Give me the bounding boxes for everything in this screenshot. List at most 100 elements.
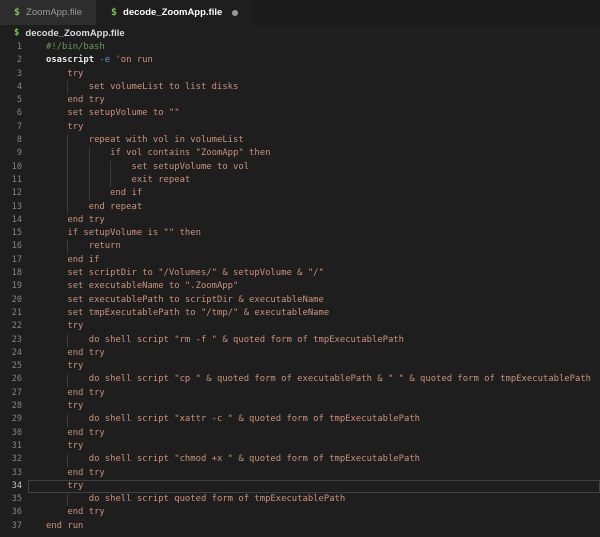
code-line[interactable]: 26 do shell script "cp " & quoted form o… bbox=[0, 373, 600, 386]
code-line[interactable]: 24 end try bbox=[0, 347, 600, 360]
indent-guide bbox=[67, 134, 68, 147]
code-token-string: do shell script "chmod +x " & quoted for… bbox=[46, 454, 420, 464]
code-line[interactable]: 30 end try bbox=[0, 427, 600, 440]
indent-guide bbox=[89, 161, 90, 174]
line-number: 29 bbox=[0, 413, 28, 426]
indent-guide bbox=[89, 147, 90, 160]
code-token-string: set executableName to ".ZoomApp" bbox=[46, 281, 238, 291]
code-token-string: end try bbox=[46, 468, 105, 478]
code-line[interactable]: 18 set scriptDir to "/Volumes/" & setupV… bbox=[0, 267, 600, 280]
code-lines: 1#!/bin/bash2osascript -e 'on run3 try4 … bbox=[0, 41, 600, 533]
line-number: 37 bbox=[0, 520, 28, 533]
code-token-string: end if bbox=[46, 188, 142, 198]
code-line[interactable]: 12 end if bbox=[0, 187, 600, 200]
code-line[interactable]: 29 do shell script "xattr -c " & quoted … bbox=[0, 413, 600, 426]
code-line[interactable]: 22 try bbox=[0, 320, 600, 333]
code-line[interactable]: 10 set setupVolume to vol bbox=[0, 161, 600, 174]
code-line[interactable]: 13 end repeat bbox=[0, 201, 600, 214]
code-line[interactable]: 21 set tmpExecutablePath to "/tmp/" & ex… bbox=[0, 307, 600, 320]
code-token-string: set scriptDir to "/Volumes/" & setupVolu… bbox=[46, 268, 324, 278]
line-number: 23 bbox=[0, 334, 28, 347]
line-number: 28 bbox=[0, 400, 28, 413]
line-number: 5 bbox=[0, 94, 28, 107]
code-editor[interactable]: 1#!/bin/bash2osascript -e 'on run3 try4 … bbox=[0, 41, 600, 533]
code-line[interactable]: 2osascript -e 'on run bbox=[0, 54, 600, 67]
code-line[interactable]: 32 do shell script "chmod +x " & quoted … bbox=[0, 453, 600, 466]
code-token-string: try bbox=[46, 321, 83, 331]
code-token-string: do shell script "cp " & quoted form of e… bbox=[46, 374, 591, 384]
code-token-string: end try bbox=[46, 95, 105, 105]
shell-file-icon: $ bbox=[14, 8, 20, 18]
line-number: 6 bbox=[0, 107, 28, 120]
code-line[interactable]: 1#!/bin/bash bbox=[0, 41, 600, 54]
indent-guide bbox=[67, 493, 68, 506]
indent-guide bbox=[67, 147, 68, 160]
indent-guide bbox=[67, 81, 68, 94]
code-token-string: try bbox=[46, 401, 83, 411]
code-token-string: return bbox=[46, 241, 121, 251]
line-number: 11 bbox=[0, 174, 28, 187]
code-line[interactable]: 5 end try bbox=[0, 94, 600, 107]
line-number: 13 bbox=[0, 201, 28, 214]
indent-guide bbox=[67, 187, 68, 200]
line-number: 27 bbox=[0, 387, 28, 400]
line-number: 16 bbox=[0, 240, 28, 253]
code-line[interactable]: 35 do shell script quoted form of tmpExe… bbox=[0, 493, 600, 506]
code-token-string: if vol contains "ZoomApp" then bbox=[46, 148, 270, 158]
code-line[interactable]: 3 try bbox=[0, 68, 600, 81]
tab-label: decode_ZoomApp.file bbox=[123, 7, 222, 18]
code-line[interactable]: 33 end try bbox=[0, 467, 600, 480]
line-number: 30 bbox=[0, 427, 28, 440]
line-number: 4 bbox=[0, 81, 28, 94]
code-token-string: set setupVolume to "" bbox=[46, 108, 180, 118]
code-line[interactable]: 4 set volumeList to list disks bbox=[0, 81, 600, 94]
code-token-string: try bbox=[46, 361, 83, 371]
code-line[interactable]: 6 set setupVolume to "" bbox=[0, 107, 600, 120]
breadcrumb-file-label: decode_ZoomApp.file bbox=[25, 28, 124, 39]
code-line[interactable]: 16 return bbox=[0, 240, 600, 253]
code-line[interactable]: 31 try bbox=[0, 440, 600, 453]
code-line[interactable]: 20 set executablePath to scriptDir & exe… bbox=[0, 294, 600, 307]
code-line[interactable]: 11 exit repeat bbox=[0, 174, 600, 187]
code-line[interactable]: 25 try bbox=[0, 360, 600, 373]
indent-guide bbox=[67, 240, 68, 253]
tab-zoomapp-file[interactable]: $ ZoomApp.file bbox=[0, 0, 96, 25]
indent-guide bbox=[67, 201, 68, 214]
code-token-string: end try bbox=[46, 215, 105, 225]
code-line[interactable]: 34 try bbox=[0, 480, 600, 493]
breadcrumb[interactable]: $ decode_ZoomApp.file bbox=[0, 25, 600, 41]
line-number: 33 bbox=[0, 467, 28, 480]
code-line[interactable]: 14 end try bbox=[0, 214, 600, 227]
line-number: 2 bbox=[0, 54, 28, 67]
code-line[interactable]: 17 end if bbox=[0, 254, 600, 267]
tab-decode-zoomapp-file[interactable]: $ decode_ZoomApp.file bbox=[97, 0, 252, 25]
indent-guide bbox=[110, 174, 111, 187]
indent-guide bbox=[67, 334, 68, 347]
line-number: 9 bbox=[0, 147, 28, 160]
modified-dot-icon[interactable] bbox=[232, 10, 238, 16]
line-number: 8 bbox=[0, 134, 28, 147]
tab-bar-filler bbox=[252, 0, 600, 25]
tab-bar: $ ZoomApp.file $ decode_ZoomApp.file bbox=[0, 0, 600, 25]
code-line[interactable]: 15 if setupVolume is "" then bbox=[0, 227, 600, 240]
code-token-string: end run bbox=[46, 521, 83, 531]
code-line[interactable]: 9 if vol contains "ZoomApp" then bbox=[0, 147, 600, 160]
line-number: 10 bbox=[0, 161, 28, 174]
indent-guide bbox=[67, 413, 68, 426]
code-line[interactable]: 36 end try bbox=[0, 506, 600, 519]
line-number: 21 bbox=[0, 307, 28, 320]
code-line[interactable]: 19 set executableName to ".ZoomApp" bbox=[0, 280, 600, 293]
line-number: 25 bbox=[0, 360, 28, 373]
line-number: 19 bbox=[0, 280, 28, 293]
code-token-string: set volumeList to list disks bbox=[46, 82, 238, 92]
code-line[interactable]: 27 end try bbox=[0, 387, 600, 400]
line-number: 15 bbox=[0, 227, 28, 240]
code-line[interactable]: 7 try bbox=[0, 121, 600, 134]
code-token-string: do shell script "xattr -c " & quoted for… bbox=[46, 414, 420, 424]
code-line[interactable]: 37 end run bbox=[0, 520, 600, 533]
code-line[interactable]: 8 repeat with vol in volumeList bbox=[0, 134, 600, 147]
code-line[interactable]: 23 do shell script "rm -f " & quoted for… bbox=[0, 334, 600, 347]
shell-file-icon: $ bbox=[111, 8, 117, 18]
code-line[interactable]: 28 try bbox=[0, 400, 600, 413]
code-token-comment: #!/bin/bash bbox=[46, 42, 105, 52]
